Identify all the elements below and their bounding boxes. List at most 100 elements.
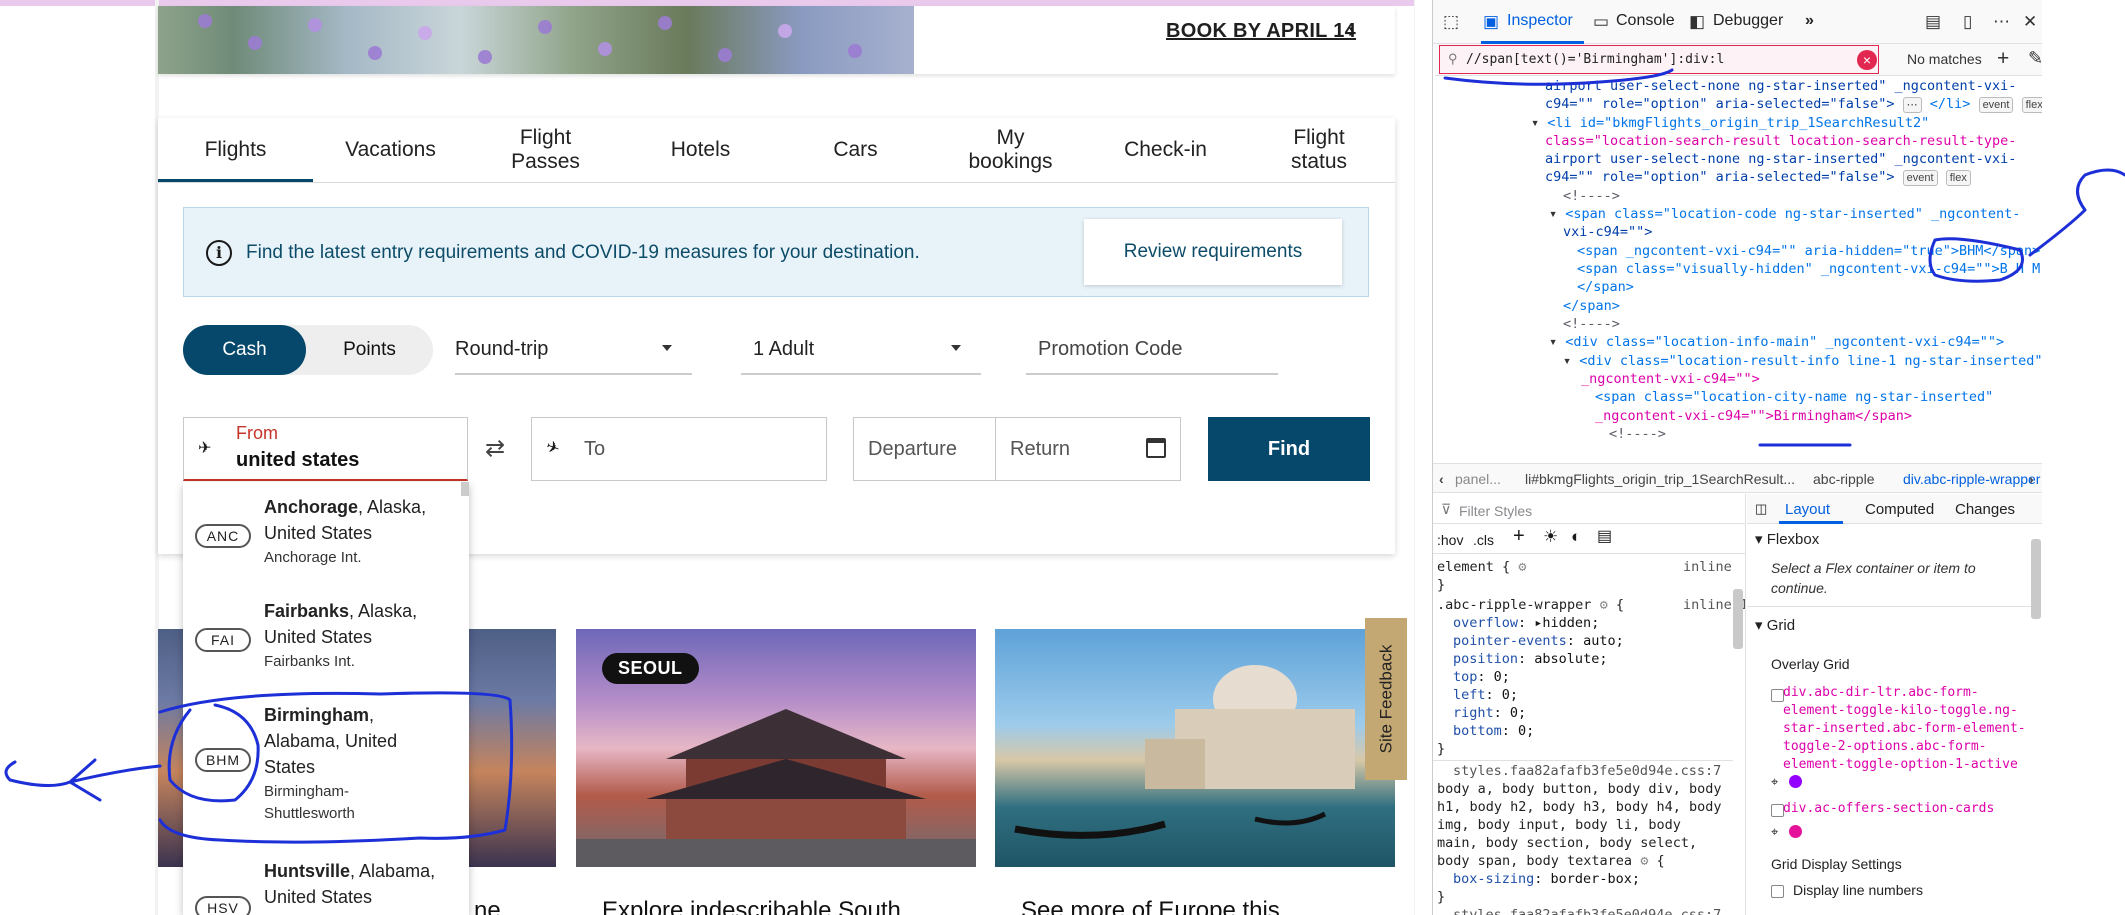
markup-line[interactable]: <span _ngcontent-vxi-c94="" aria-hidden=… <box>1577 242 2040 260</box>
dark-theme-icon[interactable]: ◐ <box>1571 528 1581 546</box>
calendar-icon[interactable] <box>1146 438 1166 458</box>
css-property[interactable]: bottom: 0; <box>1453 722 1534 740</box>
breadcrumb-item[interactable]: li#bkmgFlights_origin_trip_1SearchResult… <box>1525 471 1795 487</box>
css-property[interactable]: position: absolute; <box>1453 650 1607 668</box>
points-option[interactable]: Points <box>306 325 433 375</box>
find-button[interactable]: Find <box>1208 417 1370 481</box>
tab-flight-status[interactable]: Flight status <box>1243 118 1395 182</box>
clear-icon[interactable]: × <box>1857 50 1877 70</box>
tab-flight-passes[interactable]: Flight Passes <box>468 118 623 182</box>
markup-line[interactable]: airport user-select-none ng-star-inserte… <box>1545 77 2016 95</box>
css-property[interactable]: overflow: ▸hidden; <box>1453 614 1599 632</box>
markup-line[interactable]: vxi-c94=""> <box>1563 223 1652 241</box>
tab-changes[interactable]: Changes <box>1955 501 2015 518</box>
markup-line[interactable]: ▾ <li id="bkmgFlights_origin_trip_1Searc… <box>1531 114 1929 132</box>
markup-line[interactable]: </span> <box>1577 278 1634 296</box>
add-rule-icon[interactable]: + <box>1513 526 1525 546</box>
breadcrumb-item[interactable]: div.abc-ripple-wrapper <box>1903 471 2040 487</box>
grid-section-toggle[interactable]: ▾ Grid <box>1755 616 1795 634</box>
display-line-numbers-checkbox[interactable] <box>1771 885 1784 898</box>
cash-option[interactable]: Cash <box>183 325 306 375</box>
rule-selector[interactable]: .abc-ripple-wrapper ⚙ { <box>1437 596 1624 614</box>
sidebar-toggle-icon[interactable]: ◫ <box>1755 501 1767 517</box>
tab-layout[interactable]: Layout <box>1785 501 1830 518</box>
cls-toggle[interactable]: .cls <box>1473 531 1494 549</box>
grid-container-link[interactable]: div.ac-offers-section-cards <box>1783 800 2033 818</box>
tab-vacations[interactable]: Vacations <box>313 118 468 182</box>
dock-icon[interactable]: ▯ <box>1963 12 1972 32</box>
markup-line[interactable]: <span class="location-city-name ng-star-… <box>1595 388 1993 406</box>
markup-line[interactable]: <!----> <box>1563 315 1620 333</box>
responsive-icon[interactable]: ▤ <box>1925 12 1941 32</box>
rules-scrollbar[interactable] <box>1733 589 1743 649</box>
flexbox-section-toggle[interactable]: ▾ Flexbox <box>1755 530 1819 548</box>
markup-line[interactable]: <!----> <box>1563 187 1620 205</box>
list-item[interactable]: ANC Anchorage, Alaska, United States Anc… <box>183 482 469 586</box>
markup-line[interactable]: ▾ <div class="location-result-info line-… <box>1563 352 2043 370</box>
markup-line[interactable]: airport user-select-none ng-star-inserte… <box>1545 150 2016 168</box>
css-property[interactable]: left: 0; <box>1453 686 1518 704</box>
tab-inspector[interactable]: Inspector <box>1507 12 1573 30</box>
list-item[interactable]: HSV Huntsville, Alabama, United States <box>183 846 469 915</box>
rule-source[interactable]: styles.faa82afafb3fe5e0d94e.css:7 <box>1453 762 1721 780</box>
rule-selector[interactable]: element { ⚙ <box>1437 558 1526 576</box>
departure-input[interactable]: Departure <box>853 417 996 481</box>
rule-source[interactable]: styles.faa82afafb3fe5e0d94e.css:7 <box>1453 906 1721 915</box>
list-item[interactable]: FAI Fairbanks, Alaska, United States Fai… <box>183 586 469 690</box>
tab-flights[interactable]: Flights <box>158 118 313 182</box>
return-input[interactable]: Return <box>995 417 1181 481</box>
css-property[interactable]: box-sizing: border-box; <box>1453 870 1640 888</box>
tab-debugger[interactable]: Debugger <box>1713 12 1783 30</box>
markup-line[interactable]: c94="" role="option" aria-selected="fals… <box>1545 168 1971 186</box>
breadcrumb-prev-icon[interactable]: ‹ <box>1439 471 1444 487</box>
tab-console[interactable]: Console <box>1616 12 1675 30</box>
css-property[interactable]: pointer-events: auto; <box>1453 632 1624 650</box>
target-icon[interactable]: ⌖ <box>1771 824 1778 840</box>
more-tabs-icon[interactable]: » <box>1805 12 1814 30</box>
review-requirements-button[interactable]: Review requirements <box>1084 219 1342 285</box>
eyedropper-icon[interactable]: ✎ <box>2028 48 2043 69</box>
page-scrollbar[interactable] <box>1414 0 1415 915</box>
grid-container-link[interactable]: div.abc-dir-ltr.abc-form-element-toggle-… <box>1783 684 2033 774</box>
rule-selector[interactable]: body a, body button, body div, body <box>1437 780 1721 798</box>
search-query[interactable]: //span[text()='Birmingham']:div:l <box>1466 52 1724 67</box>
hov-toggle[interactable]: :hov <box>1437 531 1463 549</box>
promotion-code-input[interactable]: Promotion Code <box>1026 325 1278 375</box>
offer-card[interactable]: See more of Europe this <box>995 629 1395 915</box>
markup-line[interactable]: class="location-search-result location-s… <box>1545 132 2016 150</box>
breadcrumb-next-icon[interactable]: › <box>2029 471 2034 487</box>
css-property[interactable]: top: 0; <box>1453 668 1510 686</box>
markup-line[interactable]: c94="" role="option" aria-selected="fals… <box>1545 95 2043 113</box>
markup-line[interactable]: ▾ <span class="location-code ng-star-ins… <box>1549 205 2020 223</box>
tab-hotels[interactable]: Hotels <box>623 118 778 182</box>
grid-color-swatch[interactable] <box>1789 825 1802 838</box>
breadcrumb-item[interactable]: abc-ripple <box>1813 471 1874 487</box>
to-input[interactable]: ✈ To <box>531 417 827 481</box>
markup-line[interactable]: <span class="visually-hidden" _ngcontent… <box>1577 260 2040 278</box>
rule-selector[interactable]: main, body section, body select, <box>1437 834 1697 852</box>
offer-card[interactable]: SEOUL Explore indescribable South <box>576 629 976 915</box>
markup-search-input[interactable]: ⚲ //span[text()='Birmingham']:div:l × <box>1439 45 1879 74</box>
breadcrumb-item[interactable]: panel... <box>1455 471 1501 487</box>
site-feedback-tab[interactable]: Site Feedback <box>1365 618 1407 780</box>
rule-source[interactable]: inline <box>1683 558 1732 576</box>
menu-icon[interactable]: ⋯ <box>1993 12 2010 32</box>
from-value[interactable]: united states <box>236 449 359 472</box>
tab-computed[interactable]: Computed <box>1865 501 1934 518</box>
markup-line[interactable]: ▾ <div class="location-info-main" _ngcon… <box>1549 333 2004 351</box>
tab-cars[interactable]: Cars <box>778 118 933 182</box>
element-picker-icon[interactable]: ⬚ <box>1443 12 1459 32</box>
filter-styles-input[interactable]: ⊽ Filter Styles <box>1433 494 1745 524</box>
swap-icon[interactable]: ⇄ <box>485 434 505 463</box>
rule-selector[interactable]: img, body input, body li, body <box>1437 816 1681 834</box>
tab-my-bookings[interactable]: My bookings <box>933 118 1088 182</box>
layout-scrollbar[interactable] <box>2031 539 2041 619</box>
list-item[interactable]: BHM Birmingham, Alabama, United States B… <box>183 690 469 846</box>
rule-selector[interactable]: h1, body h2, body h3, body h4, body <box>1437 798 1721 816</box>
passenger-select[interactable]: 1 Adult <box>741 325 981 375</box>
grid-color-swatch[interactable] <box>1789 775 1802 788</box>
markup-line[interactable]: _ngcontent-vxi-c94=""> <box>1581 370 1760 388</box>
add-node-icon[interactable]: + <box>1997 47 2009 71</box>
markup-line[interactable]: <!----> <box>1609 425 1666 443</box>
markup-line[interactable]: _ngcontent-vxi-c94="">Birmingham</span> <box>1595 407 1912 425</box>
